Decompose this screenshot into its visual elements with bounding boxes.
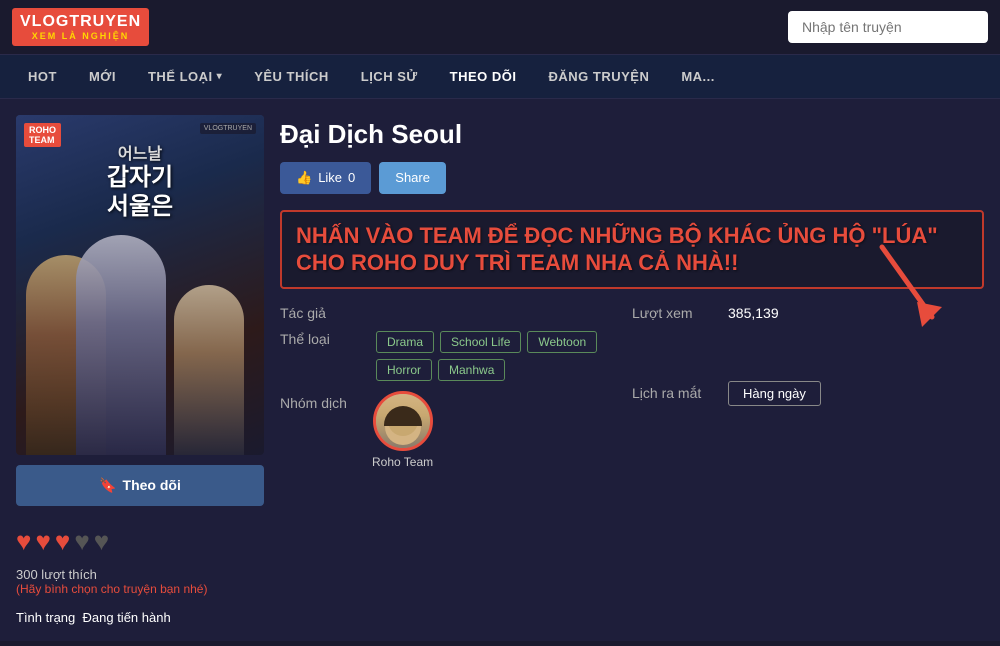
rating-prompt: (Hãy bình chọn cho truyện bạn nhé)	[16, 582, 264, 596]
translator-avatar[interactable]	[373, 391, 433, 451]
thumbs-up-icon: 👍	[296, 170, 312, 186]
main-content: 어느날 갑자기 서울은 ROHOTEAM VLOGTRUYEN 🔖 Theo d…	[0, 99, 1000, 641]
author-label: Tác giả	[280, 305, 360, 321]
cover-image: 어느날 갑자기 서울은 ROHOTEAM VLOGTRUYEN	[16, 115, 264, 455]
group-row: Nhóm dịch Roho Team	[280, 391, 632, 469]
status-row: Tình trạng Đang tiến hành	[16, 610, 264, 625]
nav-item-the-loai[interactable]: THỂ LOẠI ▾	[132, 55, 238, 98]
translator-name: Roho Team	[372, 455, 433, 469]
author-row: Tác giả	[280, 305, 632, 321]
status-label: Tình trạng	[16, 610, 75, 625]
hearts-rating[interactable]: ♥ ♥ ♥ ♥ ♥	[16, 518, 264, 565]
roho-badge: ROHOTEAM	[24, 123, 61, 147]
logo-box[interactable]: VLOGTRUYEN XEM LÀ NGHIỆN	[12, 8, 149, 46]
follow-button[interactable]: 🔖 Theo dõi	[16, 465, 264, 506]
nav-item-yeu-thich[interactable]: YÊU THÍCH	[238, 55, 345, 98]
logo: VLOGTRUYEN XEM LÀ NGHIỆN	[12, 8, 149, 46]
genre-manhwa[interactable]: Manhwa	[438, 359, 505, 381]
genre-horror[interactable]: Horror	[376, 359, 432, 381]
search-input[interactable]	[788, 11, 988, 43]
nav-bar: HOT MỚI THỂ LOẠI ▾ YÊU THÍCH LỊCH SỬ THE…	[0, 55, 1000, 99]
heart-2[interactable]: ♥	[35, 526, 50, 557]
translator-group[interactable]: Roho Team	[372, 391, 433, 469]
info-left-col: Tác giả Thể loại Drama School Life Webto…	[280, 305, 632, 469]
cover-text-overlay: 어느날 갑자기 서울은	[97, 145, 183, 222]
genre-label: Thể loại	[280, 331, 360, 347]
avatar-face	[376, 394, 430, 448]
group-label: Nhóm dịch	[280, 391, 360, 411]
share-button[interactable]: Share	[379, 162, 446, 194]
status-value: Đang tiến hành	[83, 610, 171, 625]
heart-1[interactable]: ♥	[16, 526, 31, 557]
views-value: 385,139	[728, 305, 779, 321]
logo-main-text: VLOGTRUYEN	[20, 12, 141, 31]
cover-background: 어느날 갑자기 서울은 ROHOTEAM VLOGTRUYEN	[16, 115, 264, 455]
genre-drama[interactable]: Drama	[376, 331, 434, 353]
nav-item-ma[interactable]: MA...	[665, 55, 731, 98]
schedule-label: Lịch ra mắt	[632, 385, 712, 401]
views-label: Lượt xem	[632, 305, 712, 321]
heart-3[interactable]: ♥	[55, 526, 70, 557]
heart-5[interactable]: ♥	[94, 526, 109, 557]
header: VLOGTRUYEN XEM LÀ NGHIỆN	[0, 0, 1000, 55]
red-arrow-icon	[862, 237, 962, 337]
nav-item-hot[interactable]: HOT	[12, 55, 73, 98]
chevron-down-icon: ▾	[217, 71, 223, 82]
like-button[interactable]: 👍 Like 0	[280, 162, 371, 194]
nav-item-dang-truyen[interactable]: ĐĂNG TRUYỆN	[533, 55, 666, 98]
heart-4[interactable]: ♥	[74, 526, 89, 557]
nav-item-moi[interactable]: MỚI	[73, 55, 132, 98]
genre-row: Thể loại Drama School Life Webtoon Horro…	[280, 331, 632, 381]
rating-info: 300 lượt thích (Hãy bình chọn cho truyện…	[16, 567, 264, 596]
genres-list: Drama School Life Webtoon Horror Manhwa	[376, 331, 632, 381]
bookmark-icon: 🔖	[99, 477, 116, 494]
nav-item-theo-doi[interactable]: THEO DÕI	[434, 55, 533, 98]
right-panel: Đại Dịch Seoul 👍 Like 0 Share NHẤN VÀO T…	[280, 115, 984, 625]
vlog-watermark: VLOGTRUYEN	[200, 123, 256, 134]
schedule-value: Hàng ngày	[728, 381, 821, 406]
schedule-row: Lịch ra mắt Hàng ngày	[632, 381, 984, 406]
manga-title: Đại Dịch Seoul	[280, 119, 984, 150]
promo-banner[interactable]: NHẤN VÀO TEAM ĐỂ ĐỌC NHỮNG BỘ KHÁC ỦNG H…	[280, 210, 984, 289]
left-panel: 어느날 갑자기 서울은 ROHOTEAM VLOGTRUYEN 🔖 Theo d…	[16, 115, 264, 625]
nav-item-lich-su[interactable]: LỊCH SỬ	[345, 55, 434, 98]
genre-school-life[interactable]: School Life	[440, 331, 521, 353]
action-buttons: 👍 Like 0 Share	[280, 162, 984, 194]
rating-count: 300 lượt thích	[16, 567, 264, 582]
logo-sub-text: XEM LÀ NGHIỆN	[32, 31, 130, 42]
genre-webtoon[interactable]: Webtoon	[527, 331, 597, 353]
